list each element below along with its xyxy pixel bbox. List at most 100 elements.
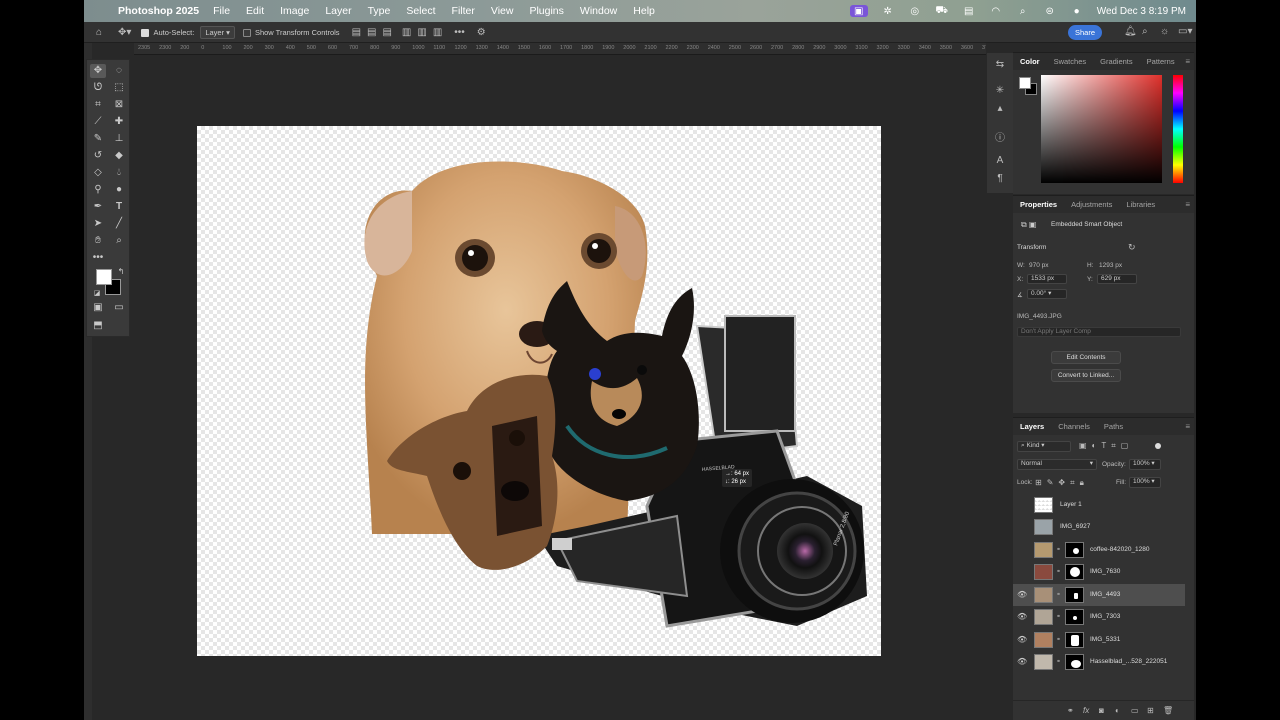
color-fg-swatch-top[interactable] [1019,77,1031,89]
visibility-eye-icon[interactable]: 👁︎ [1017,657,1027,666]
brush-settings-icon[interactable]: ✳ [993,85,1007,99]
visibility-eye-icon[interactable]: 👁︎ [1017,590,1027,599]
tab-layers[interactable]: Layers [1013,422,1051,431]
hand-tool-icon[interactable]: ✋︎ [90,234,106,248]
path-selection-tool-icon[interactable]: ➤ [90,217,106,231]
menu-window[interactable]: Window [580,5,617,17]
paragraph-panel-icon[interactable]: ¶ [993,173,1007,187]
toggles-icon[interactable]: ⊜ [1043,5,1057,17]
menu-edit[interactable]: Edit [246,5,264,17]
panel-menu-icon[interactable]: ≡ [1185,57,1190,66]
y-input[interactable]: 629 px [1097,274,1137,284]
healing-brush-tool-icon[interactable]: ✚ [111,115,127,129]
fx-icon[interactable]: fx [1083,706,1089,715]
menu-file[interactable]: File [213,5,230,17]
creative-cloud-icon[interactable]: ◎ [908,5,922,17]
layer-mask-thumbnail[interactable] [1065,632,1084,648]
color-field[interactable] [1041,75,1162,183]
blend-mode-select[interactable]: Normal ▾ [1017,459,1097,470]
workspace-icon[interactable]: ▭▾ [1178,26,1192,37]
quick-mask-icon[interactable]: ▣ [90,301,106,315]
tab-properties[interactable]: Properties [1013,200,1064,209]
delete-layer-icon[interactable]: 🗑︎ [1163,706,1173,715]
lock-icons[interactable]: ⊞✎✥⌗🔒︎ [1035,478,1089,488]
share-button[interactable]: Share [1068,25,1102,40]
layers-menu-icon[interactable]: ≡ [1185,422,1190,431]
home-icon[interactable]: ⌂ [96,27,102,38]
h-value[interactable]: 1293 px [1099,262,1122,269]
move-tool-icon[interactable]: ✥ [90,64,106,78]
generative-fill-icon[interactable]: ⬒ [90,319,106,333]
menu-filter[interactable]: Filter [452,5,475,17]
crop-tool-icon[interactable]: ⌗ [90,98,106,112]
align-middle-icon[interactable]: ▥ [417,27,426,38]
tab-channels[interactable]: Channels [1051,422,1097,431]
dodge-tool-icon[interactable]: ⚲ [90,183,106,197]
type-tool-icon[interactable]: T [111,200,127,214]
menu-select[interactable]: Select [406,5,435,17]
edit-toolbar-icon[interactable]: ••• [90,251,106,265]
layer-row[interactable]: 👁︎ ⚭ Hasselblad_...528_222051 [1013,651,1185,673]
marquee-tool-icon[interactable]: ◌ [111,64,127,78]
layer-filter-kind[interactable]: ⌕ Kind ▾ [1017,441,1071,452]
screen-mode-icon[interactable]: ▭ [111,301,127,315]
layer-mask-thumbnail[interactable] [1065,587,1084,603]
object-selection-tool-icon[interactable]: ⬚ [111,81,127,95]
paint-bucket-tool-icon[interactable]: ◇ [90,166,106,180]
discover-icon[interactable]: ☼ [1160,26,1169,37]
w-value[interactable]: 970 px [1029,262,1049,269]
layer-mask-thumbnail[interactable] [1065,654,1084,670]
adjustment-layer-icon[interactable]: ◐ [1115,706,1120,715]
layer-row[interactable]: Layer 1 [1013,494,1185,516]
align-bottom-icon[interactable]: ▥ [433,27,442,38]
auto-select-dropdown[interactable]: Layer ▾ [200,25,235,39]
document-canvas[interactable]: HASSELBLAD Planar 2,8/80 →: 64 px ↓: 26 … [197,126,881,656]
screen-recording-icon[interactable]: ▣ [849,5,868,17]
blur-tool-icon[interactable]: 💧︎ [111,166,127,180]
menu-view[interactable]: View [491,5,514,17]
tab-paths[interactable]: Paths [1097,422,1130,431]
x-input[interactable]: 1533 px [1027,274,1067,284]
new-layer-icon[interactable]: ⊞ [1147,706,1154,715]
new-group-icon[interactable]: ▭ [1131,706,1139,715]
reset-transform-icon[interactable]: ↻ [1128,242,1136,253]
menu-plugins[interactable]: Plugins [529,5,563,17]
add-mask-icon[interactable]: ◙ [1099,706,1104,715]
layer-filter-icons[interactable]: ▣◐T⌗▢ [1079,441,1133,451]
visibility-eye-icon[interactable]: 👁︎ [1017,612,1027,621]
lasso-tool-icon[interactable]: ᘎ [90,81,106,95]
tab-adjustments[interactable]: Adjustments [1064,200,1119,209]
line-tool-icon[interactable]: ╱ [111,217,127,231]
tab-swatches[interactable]: Swatches [1047,57,1094,66]
layer-mask-thumbnail[interactable] [1065,542,1084,558]
layer-row[interactable]: 👁︎ ⚭ IMG_5331 [1013,629,1185,651]
auto-select-checkbox[interactable] [141,27,153,37]
menu-layer[interactable]: Layer [325,5,351,17]
move-tool-preset-icon[interactable]: ✥▾ [118,27,131,38]
gear-status-icon[interactable]: ✲ [881,5,895,17]
app-name-menu[interactable]: Photoshop 2025 [118,5,199,17]
layer-row[interactable]: ⚭ IMG_7630 [1013,561,1185,583]
default-colors-icon[interactable]: ◪ [89,287,105,301]
car-icon[interactable]: ⛟ [935,5,949,17]
foreground-color-swatch-top[interactable] [96,269,112,285]
history-panel-icon[interactable]: ⇆ [993,59,1007,73]
more-options-icon[interactable]: ••• [454,27,465,38]
menu-help[interactable]: Help [633,5,655,17]
menu-type[interactable]: Type [368,5,391,17]
clone-stamp-tool-icon[interactable]: ⊥ [111,132,127,146]
settings-gear-icon[interactable]: ⚙ [477,27,486,38]
zoom-tool-icon[interactable]: ⌕ [111,234,127,248]
tab-gradients[interactable]: Gradients [1093,57,1140,66]
layer-row[interactable]: 👁︎ ⚭ IMG_7303 [1013,606,1185,628]
sponge-tool-icon[interactable]: ● [111,183,127,197]
fill-input[interactable]: 100% ▾ [1129,477,1161,488]
align-left-icon[interactable]: ▤ [352,27,361,38]
link-layers-icon[interactable]: ⚭ [1067,706,1074,715]
info-panel-icon[interactable]: ⓘ [993,129,1007,144]
layer-mask-thumbnail[interactable] [1065,609,1084,625]
align-center-icon[interactable]: ▤ [367,27,376,38]
siri-icon[interactable]: ● [1070,5,1084,17]
filter-toggle-icon[interactable] [1155,443,1161,449]
align-right-icon[interactable]: ▤ [382,27,391,38]
